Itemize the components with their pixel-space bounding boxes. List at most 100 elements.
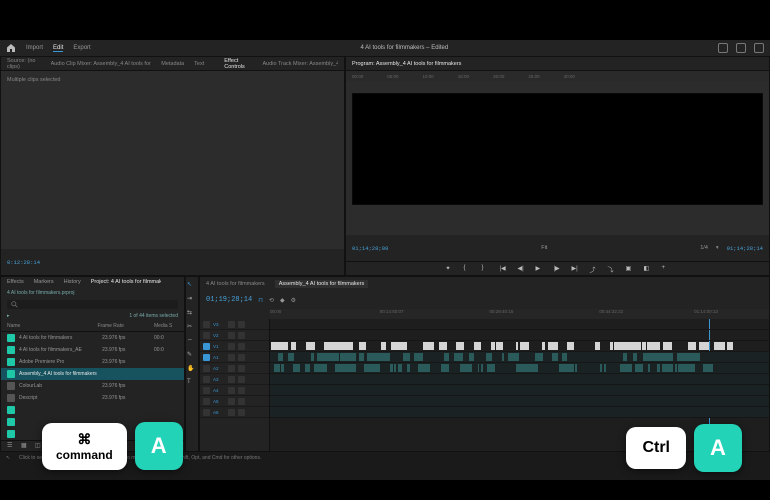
track-header[interactable]: A4 bbox=[200, 385, 269, 396]
clip[interactable] bbox=[635, 364, 643, 372]
track-header[interactable]: A6 bbox=[200, 407, 269, 418]
clip[interactable] bbox=[291, 342, 296, 350]
clip[interactable] bbox=[663, 342, 672, 350]
tab-audio-clip-mixer[interactable]: Audio Clip Mixer: Assembly_4 AI tools fo… bbox=[51, 61, 152, 67]
clip[interactable] bbox=[364, 364, 373, 372]
track-target-toggle[interactable] bbox=[203, 387, 210, 394]
audio-track[interactable] bbox=[270, 363, 769, 374]
nav-edit[interactable]: Edit bbox=[53, 45, 63, 52]
project-row[interactable] bbox=[1, 404, 184, 416]
snap-icon[interactable]: ⊓ bbox=[258, 297, 263, 304]
col-media[interactable]: Media S bbox=[154, 323, 178, 329]
clip[interactable] bbox=[720, 342, 725, 350]
share-icon[interactable] bbox=[736, 43, 746, 53]
project-row[interactable]: ColourLab 23.976 fps bbox=[1, 380, 184, 392]
home-icon[interactable] bbox=[6, 43, 16, 53]
clip[interactable] bbox=[562, 353, 567, 361]
clip[interactable] bbox=[657, 364, 660, 372]
clip[interactable] bbox=[688, 342, 696, 350]
project-row[interactable]: Descript 23.976 fps bbox=[1, 392, 184, 404]
clip[interactable] bbox=[469, 353, 473, 361]
clip[interactable] bbox=[516, 364, 519, 372]
mute-toggle[interactable] bbox=[228, 365, 235, 372]
clip[interactable] bbox=[454, 353, 460, 361]
clip[interactable] bbox=[347, 364, 356, 372]
clip[interactable] bbox=[684, 353, 690, 361]
clip[interactable] bbox=[359, 353, 363, 361]
clip[interactable] bbox=[421, 364, 429, 372]
track-header[interactable]: A3 bbox=[200, 374, 269, 385]
track-target-toggle[interactable] bbox=[203, 354, 210, 361]
play-icon[interactable]: ▶ bbox=[536, 265, 544, 273]
clip[interactable] bbox=[390, 364, 392, 372]
clip[interactable] bbox=[344, 353, 348, 361]
audio-track[interactable] bbox=[270, 352, 769, 363]
clip[interactable] bbox=[643, 353, 651, 361]
clip[interactable] bbox=[336, 342, 344, 350]
clip[interactable] bbox=[314, 364, 323, 372]
clip[interactable] bbox=[620, 364, 625, 372]
clip[interactable] bbox=[610, 342, 613, 350]
clip[interactable] bbox=[521, 342, 524, 350]
col-name[interactable]: Name bbox=[7, 323, 97, 329]
clip[interactable] bbox=[642, 342, 646, 350]
clip[interactable] bbox=[633, 353, 637, 361]
tab-source[interactable]: Source: (no clips) bbox=[7, 58, 41, 70]
clip[interactable] bbox=[600, 364, 602, 372]
track-header[interactable]: A1 bbox=[200, 352, 269, 363]
clip[interactable] bbox=[274, 364, 280, 372]
track-target-toggle[interactable] bbox=[203, 409, 210, 416]
clip[interactable] bbox=[695, 353, 699, 361]
source-timecode[interactable]: 0:12:28:14 bbox=[7, 259, 40, 266]
tab-program[interactable]: Program: Assembly_4 AI tools for filmmak… bbox=[352, 61, 461, 67]
video-track[interactable] bbox=[270, 319, 769, 330]
clip[interactable] bbox=[305, 364, 310, 372]
add-marker-icon[interactable]: ✦ bbox=[446, 265, 454, 273]
clip[interactable] bbox=[675, 364, 677, 372]
mute-toggle[interactable] bbox=[228, 409, 235, 416]
clip[interactable] bbox=[496, 342, 503, 350]
tab-markers[interactable]: Markers bbox=[34, 279, 54, 285]
lock-toggle[interactable] bbox=[238, 376, 245, 383]
program-ruler[interactable]: 00:00 05:00 10:00 15:00 20:00 25:00 30:0… bbox=[346, 71, 769, 81]
clip[interactable] bbox=[595, 342, 600, 350]
clip[interactable] bbox=[381, 353, 388, 361]
clip[interactable] bbox=[460, 364, 467, 372]
clip[interactable] bbox=[656, 353, 659, 361]
lock-toggle[interactable] bbox=[238, 398, 245, 405]
clip[interactable] bbox=[478, 364, 480, 372]
mute-toggle[interactable] bbox=[228, 332, 235, 339]
tab-effect-controls[interactable]: Effect Controls bbox=[224, 58, 252, 70]
clip[interactable] bbox=[278, 353, 283, 361]
hand-tool-icon[interactable]: ✋ bbox=[187, 365, 197, 375]
clip[interactable] bbox=[351, 353, 353, 361]
clip[interactable] bbox=[381, 342, 386, 350]
track-target-toggle[interactable] bbox=[203, 332, 210, 339]
clip[interactable] bbox=[407, 364, 410, 372]
step-back-icon[interactable]: ◀| bbox=[518, 265, 526, 273]
clip[interactable] bbox=[398, 364, 403, 372]
clip[interactable] bbox=[667, 364, 673, 372]
extract-icon[interactable]: ⤵ bbox=[608, 265, 616, 273]
nav-export[interactable]: Export bbox=[73, 45, 90, 51]
clip[interactable] bbox=[648, 364, 650, 372]
audio-track[interactable] bbox=[270, 396, 769, 407]
track-header[interactable]: V3 bbox=[200, 319, 269, 330]
mute-toggle[interactable] bbox=[228, 321, 235, 328]
clip[interactable] bbox=[552, 342, 559, 350]
workspace-icon[interactable] bbox=[718, 43, 728, 53]
slip-tool-icon[interactable]: ⇔ bbox=[187, 337, 197, 347]
tab-history[interactable]: History bbox=[64, 279, 81, 285]
selection-tool-icon[interactable]: ↖ bbox=[187, 281, 197, 291]
clip[interactable] bbox=[271, 342, 274, 350]
clip[interactable] bbox=[336, 353, 340, 361]
track-header[interactable]: A2 bbox=[200, 363, 269, 374]
clip[interactable] bbox=[324, 364, 327, 372]
clip[interactable] bbox=[481, 364, 484, 372]
program-viewer[interactable] bbox=[352, 93, 763, 205]
settings-icon[interactable]: + bbox=[662, 265, 670, 273]
clip[interactable] bbox=[569, 364, 572, 372]
razor-tool-icon[interactable]: ✂ bbox=[187, 323, 197, 333]
mute-toggle[interactable] bbox=[228, 398, 235, 405]
timeline-tab-0[interactable]: 4 AI tools for filmmakers bbox=[206, 281, 265, 287]
